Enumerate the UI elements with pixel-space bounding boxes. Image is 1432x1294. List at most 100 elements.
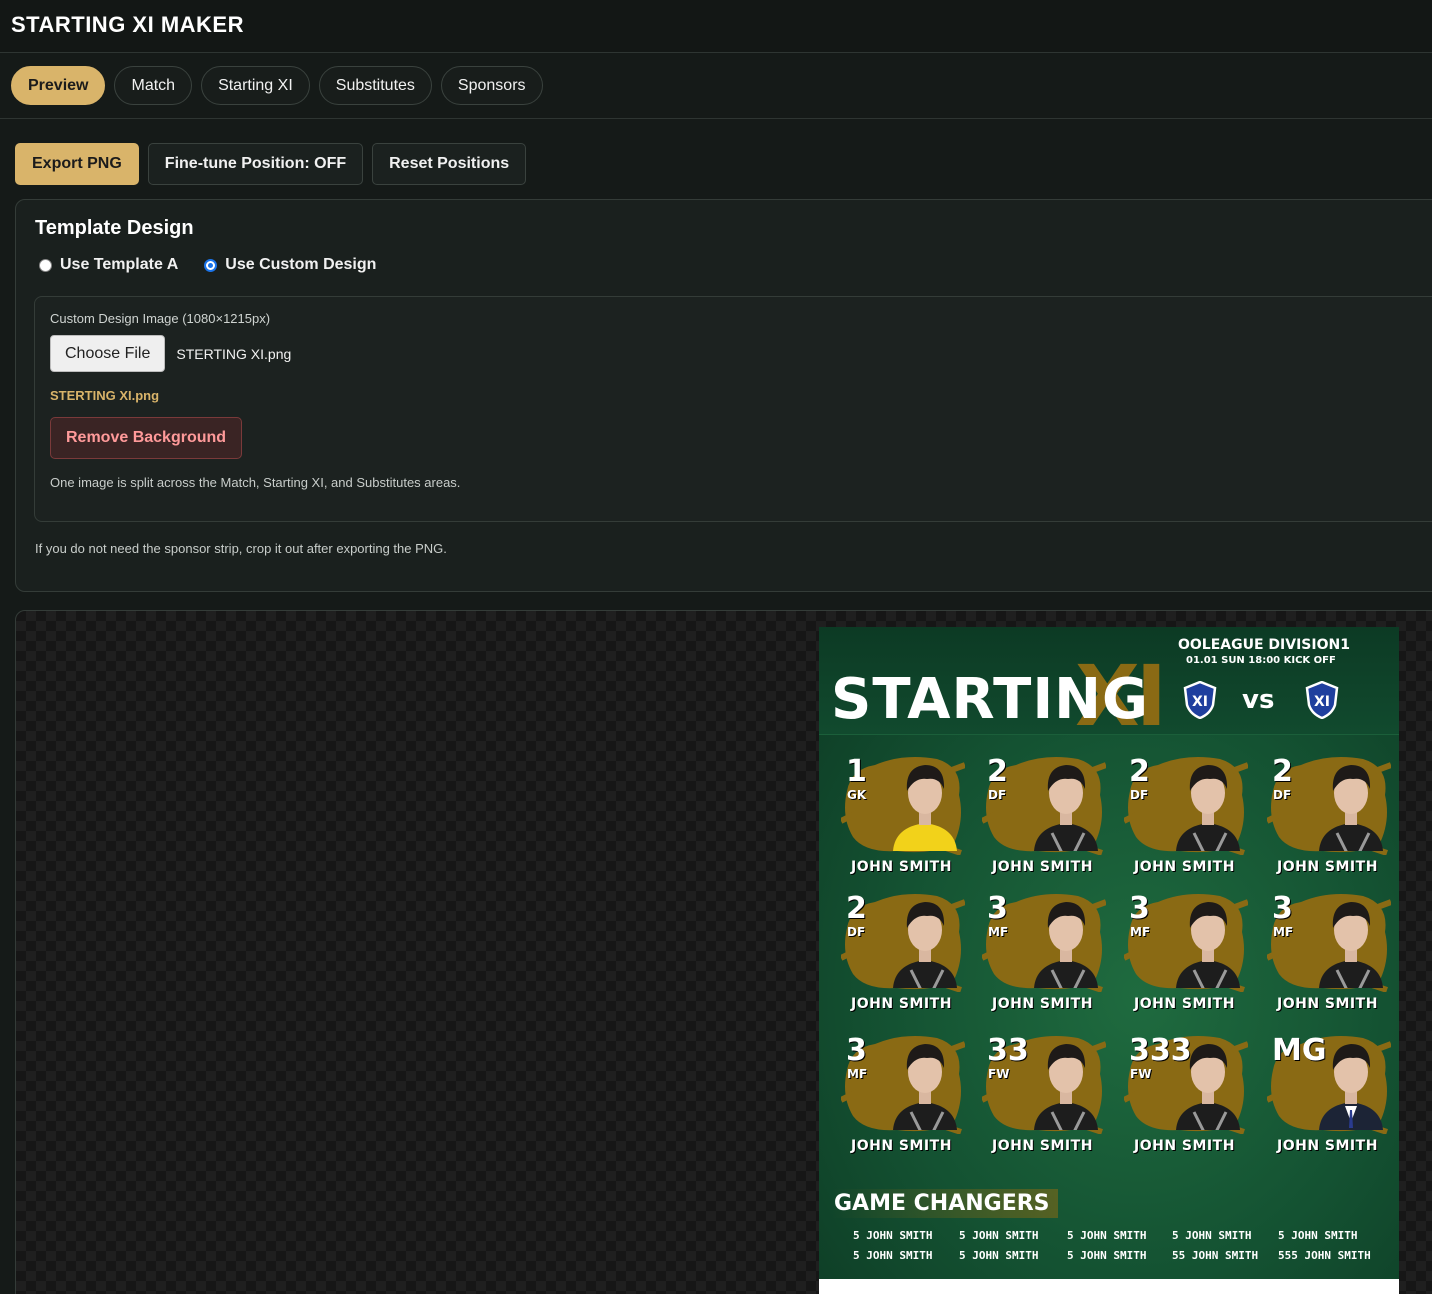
player-position: DF	[988, 788, 1007, 802]
radio-custom-design-label[interactable]: Use Custom Design	[225, 256, 376, 274]
player-card[interactable]: 2 DF JOHN SMITH	[1120, 751, 1250, 879]
tab-preview[interactable]: Preview	[11, 66, 106, 105]
player-name: JOHN SMITH	[1277, 1138, 1378, 1154]
player-name: JOHN SMITH	[1134, 1138, 1235, 1154]
player-name: JOHN SMITH	[1277, 859, 1378, 875]
player-position: DF	[847, 925, 866, 939]
player-card[interactable]: 3 MF JOHN SMITH	[978, 888, 1108, 1016]
choose-file-button[interactable]: Choose File	[50, 335, 166, 372]
tab-sponsors[interactable]: Sponsors	[440, 66, 543, 105]
panel-title: Template Design	[35, 217, 194, 239]
away-crest-text: XI	[1314, 694, 1330, 710]
player-card[interactable]: MG JOHN SMITH	[1263, 1030, 1393, 1158]
sponsor-strip	[819, 1279, 1399, 1294]
home-crest-text: XI	[1192, 694, 1208, 710]
player-position: FW	[988, 1067, 1010, 1081]
player-number: 2	[1129, 754, 1150, 789]
away-crest-icon: XI	[1305, 681, 1339, 719]
substitute-entry: 55 JOHN SMITH	[1172, 1249, 1259, 1262]
custom-design-subpanel: Custom Design Image (1080×1215px) Choose…	[34, 296, 1432, 522]
player-name: JOHN SMITH	[992, 1138, 1093, 1154]
poster-title: STARTING	[831, 667, 1149, 732]
player-card[interactable]: 3 MF JOHN SMITH	[837, 1030, 967, 1158]
radio-template-a[interactable]	[39, 258, 52, 272]
substitute-entry: 5 JOHN SMITH	[1067, 1249, 1147, 1262]
player-card[interactable]: 3 MF JOHN SMITH	[1120, 888, 1250, 1016]
file-name-text: STERTING XI.png	[176, 345, 292, 362]
player-name: JOHN SMITH	[992, 859, 1093, 875]
player-position: MF	[847, 1067, 868, 1081]
player-photo	[1319, 765, 1383, 851]
tab-starting-xi[interactable]: Starting XI	[201, 66, 310, 105]
player-name: JOHN SMITH	[851, 996, 952, 1012]
kickoff-info: 01.01 SUN 18:00 KICK OFF	[1186, 655, 1336, 666]
finetune-toggle-button[interactable]: Fine-tune Position: OFF	[147, 143, 364, 185]
player-number: 333	[1129, 1033, 1192, 1068]
custom-image-label: Custom Design Image (1080×1215px)	[50, 311, 271, 326]
app-title: STARTING XI MAKER	[11, 12, 244, 37]
template-radio-group: Use Template A Use Custom Design	[39, 256, 394, 274]
player-name: JOHN SMITH	[1134, 859, 1235, 875]
player-photo	[1176, 765, 1240, 851]
radio-custom-design[interactable]	[204, 258, 218, 272]
player-photo	[893, 1044, 957, 1130]
vs-label: vs	[1242, 685, 1275, 715]
substitute-entry: 5 JOHN SMITH	[853, 1229, 933, 1242]
toolbar: Export PNG Fine-tune Position: OFF Reset…	[15, 143, 527, 185]
tab-bar: Preview Match Starting XI Substitutes Sp…	[0, 53, 1432, 119]
player-card[interactable]: 33 FW JOHN SMITH	[978, 1030, 1108, 1158]
player-position: GK	[847, 788, 867, 802]
subs-title: GAME CHANGERS	[832, 1189, 1058, 1218]
player-number: 1	[846, 754, 867, 789]
player-position: DF	[1130, 788, 1149, 802]
player-card[interactable]: 1 GK JOHN SMITH	[837, 751, 967, 879]
remove-background-button[interactable]: Remove Background	[50, 417, 243, 459]
league-name: OOLEAGUE DIVISION1	[1178, 637, 1350, 653]
substitute-entry: 5 JOHN SMITH	[1278, 1229, 1358, 1242]
player-name: JOHN SMITH	[992, 996, 1093, 1012]
player-photo	[893, 902, 957, 988]
reset-positions-button[interactable]: Reset Positions	[372, 143, 527, 185]
substitute-entry: 5 JOHN SMITH	[1172, 1229, 1252, 1242]
player-number: MG	[1272, 1033, 1327, 1068]
player-card[interactable]: 3 MF JOHN SMITH	[1263, 888, 1393, 1016]
player-photo	[1319, 902, 1383, 988]
preview-canvas[interactable]: XI STARTING OOLEAGUE DIVISION1 01.01 SUN…	[15, 610, 1432, 1294]
player-position: MF	[988, 925, 1009, 939]
radio-template-a-label[interactable]: Use Template A	[60, 256, 178, 274]
export-png-button[interactable]: Export PNG	[15, 143, 139, 185]
substitute-entry: 5 JOHN SMITH	[853, 1249, 933, 1262]
player-name: JOHN SMITH	[1277, 996, 1378, 1012]
substitute-entry: 5 JOHN SMITH	[959, 1229, 1039, 1242]
player-position: FW	[1130, 1067, 1152, 1081]
player-card[interactable]: 2 DF JOHN SMITH	[978, 751, 1108, 879]
player-number: 2	[846, 891, 867, 926]
player-number: 2	[1272, 754, 1293, 789]
substitute-entry: 5 JOHN SMITH	[1067, 1229, 1147, 1242]
player-position: MF	[1130, 925, 1151, 939]
poster-preview: XI STARTING OOLEAGUE DIVISION1 01.01 SUN…	[819, 627, 1399, 1294]
player-photo	[1176, 902, 1240, 988]
player-number: 3	[1272, 891, 1293, 926]
player-number: 3	[987, 891, 1008, 926]
player-position: DF	[1273, 788, 1292, 802]
player-photo	[1034, 902, 1098, 988]
player-name: JOHN SMITH	[851, 1138, 952, 1154]
substitute-entry: 5 JOHN SMITH	[959, 1249, 1039, 1262]
player-card[interactable]: 333 FW JOHN SMITH	[1120, 1030, 1250, 1158]
player-number: 33	[987, 1033, 1029, 1068]
selected-file-name: STERTING XI.png	[50, 388, 160, 403]
tab-match[interactable]: Match	[114, 66, 193, 105]
tab-substitutes[interactable]: Substitutes	[318, 66, 432, 105]
template-design-panel: Template Design Use Template A Use Custo…	[15, 199, 1432, 592]
split-hint: One image is split across the Match, Sta…	[50, 475, 461, 490]
player-card[interactable]: 2 DF JOHN SMITH	[1263, 751, 1393, 879]
player-card[interactable]: 2 DF JOHN SMITH	[837, 888, 967, 1016]
player-photo	[893, 765, 957, 851]
app-header: STARTING XI MAKER	[0, 0, 1432, 53]
player-photo	[1034, 765, 1098, 851]
substitute-entry: 555 JOHN SMITH	[1278, 1249, 1371, 1262]
player-name: JOHN SMITH	[1134, 996, 1235, 1012]
file-input-row: Choose File STERTING XI.png	[50, 335, 291, 372]
player-photo	[1034, 1044, 1098, 1130]
